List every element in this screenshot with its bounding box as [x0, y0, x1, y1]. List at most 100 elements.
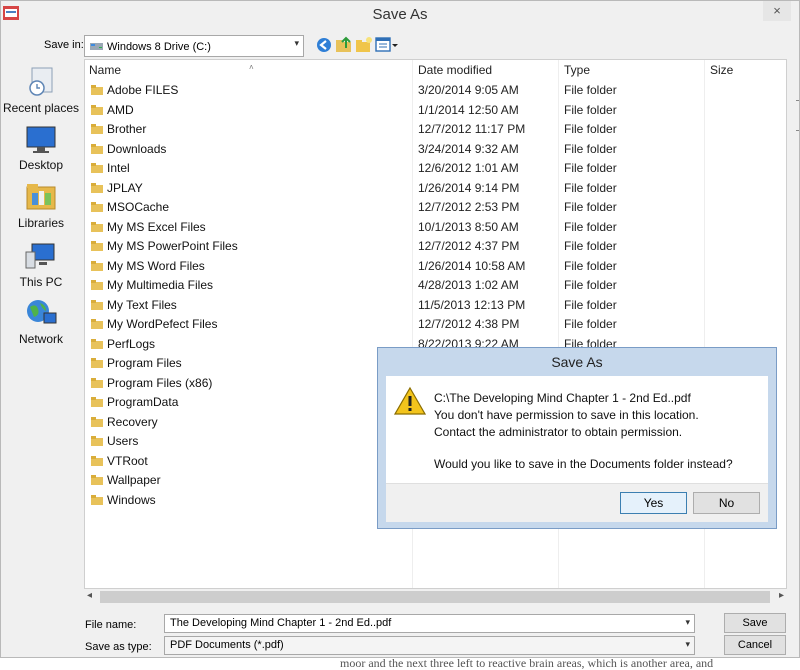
file-name: Adobe FILES — [107, 83, 179, 97]
place-label: Libraries — [17, 216, 65, 230]
folder-icon — [91, 416, 103, 427]
folder-icon — [91, 85, 103, 95]
window-title: Save As — [372, 6, 428, 23]
column-header-type[interactable]: Type — [564, 60, 704, 80]
file-name: Downloads — [107, 141, 167, 156]
file-row[interactable]: My MS Word Files 1/26/2014 10:58 AM File f… — [85, 257, 785, 276]
save-in-dropdown[interactable]: Windows 8 Drive (C:) ▾ — [84, 35, 304, 57]
file-row[interactable]: My MS PowerPoint Files 12/7/2012 4:37 PM F… — [85, 237, 785, 256]
file-row[interactable]: JPLAY 1/26/2014 9:14 PM File folder — [85, 179, 785, 198]
file-row[interactable]: AMD 1/1/2014 12:50 AM File folder — [85, 101, 785, 120]
file-date: 4/28/2013 1:02 AM — [418, 278, 519, 292]
file-name: My Multimedia Files — [107, 278, 214, 292]
dialog-message: You don't have permission to save in thi… — [434, 408, 699, 422]
chevron-down-icon: ▾ — [294, 38, 299, 48]
network-icon — [27, 300, 57, 324]
file-row[interactable]: My WordPefect Files 12/7/2012 4:38 PM File… — [85, 315, 785, 334]
file-name: Program Files — [107, 356, 182, 370]
file-name: Recovery — [107, 414, 158, 429]
save-as-window: Save As × Save in: Windows 8 Drive (C:) … — [0, 0, 800, 658]
file-row[interactable]: MSOCache 12/7/2012 2:53 PM File folder — [85, 198, 785, 217]
folder-icon — [91, 143, 103, 154]
place-label: Desktop — [18, 158, 64, 172]
file-name: Users — [107, 434, 139, 448]
file-row[interactable]: Downloads 3/24/2014 9:32 AM File folder — [85, 140, 785, 159]
sort-ascending-icon: ˄ — [249, 63, 254, 72]
save-type-value: PDF Documents (*.pdf) — [170, 639, 284, 651]
place-label: This PC — [19, 275, 63, 289]
folder-icon — [91, 163, 103, 173]
yes-button[interactable]: Yes — [620, 492, 687, 514]
save-button[interactable]: Save — [724, 613, 786, 633]
file-name: My MS Word Files — [107, 258, 205, 273]
file-type: File folder — [564, 180, 617, 195]
no-button[interactable]: No — [693, 492, 760, 514]
folder-icon — [91, 280, 103, 290]
file-row[interactable]: Brother 12/7/2012 11:17 PM File folder — [85, 120, 785, 139]
new-folder-icon[interactable] — [355, 36, 373, 54]
folder-icon — [91, 202, 103, 212]
dialog-title: Save As — [551, 354, 603, 370]
title-bar[interactable]: Save As × — [1, 1, 799, 29]
file-date: 3/20/2014 9:05 AM — [418, 83, 519, 97]
dialog-question: Would you like to save in the Documents … — [434, 457, 733, 471]
file-name: My Text Files — [107, 297, 177, 312]
file-name: MSOCache — [107, 200, 170, 214]
chevron-down-icon[interactable]: ▾ — [685, 617, 690, 628]
column-header-date[interactable]: Date modified — [418, 60, 558, 80]
close-button[interactable]: × — [763, 1, 791, 21]
file-date: 12/7/2012 2:53 PM — [418, 200, 520, 214]
folder-icon — [91, 319, 103, 329]
place-this-pc[interactable]: This PC — [1, 240, 81, 296]
file-row[interactable]: My Multimedia Files 4/28/2013 1:02 AM File… — [85, 276, 785, 295]
file-date: 12/7/2012 11:17 PM — [418, 122, 526, 136]
dialog-body: C:\The Developing Mind Chapter 1 - 2nd E… — [386, 376, 768, 483]
save-type-label: Save as type: — [85, 641, 152, 653]
column-header-label: Name — [89, 63, 122, 77]
file-row[interactable]: My Text Files 11/5/2013 12:13 PM File fold… — [85, 296, 785, 315]
place-label: Network — [18, 332, 63, 346]
file-name: My WordPefect Files — [107, 317, 218, 331]
column-header-name[interactable]: Name ˄ — [89, 60, 409, 80]
up-folder-icon[interactable] — [335, 36, 353, 54]
place-desktop[interactable]: Desktop — [1, 125, 81, 181]
file-date: 1/26/2014 9:14 PM — [418, 180, 520, 195]
file-type: File folder — [564, 141, 617, 156]
file-name: Windows — [107, 492, 156, 507]
desktop-icon — [26, 126, 56, 153]
folder-icon — [91, 299, 103, 310]
back-icon[interactable] — [315, 36, 333, 54]
file-type: File folder — [564, 200, 617, 214]
file-row[interactable]: My MS Excel Files 10/1/2013 8:50 AM File f… — [85, 218, 785, 237]
horizontal-scrollbar[interactable]: ◂ ▸ — [84, 589, 787, 606]
place-label: Recent places — [2, 101, 80, 115]
file-name-input[interactable]: The Developing Mind Chapter 1 - 2nd Ed..… — [164, 614, 695, 633]
folder-icon — [91, 358, 103, 368]
folder-icon — [91, 221, 103, 232]
dialog-path: C:\The Developing Mind Chapter 1 - 2nd E… — [434, 391, 691, 405]
recent-places-icon — [29, 67, 53, 96]
place-libraries[interactable]: Libraries — [1, 181, 81, 237]
scroll-left-icon[interactable]: ◂ — [87, 590, 92, 601]
dialog-footer: Yes No — [386, 483, 768, 522]
file-row[interactable]: Intel 12/6/2012 1:01 AM File folder — [85, 159, 785, 178]
drive-icon — [90, 43, 103, 50]
place-recent-places[interactable]: Recent places — [1, 64, 81, 120]
place-network[interactable]: Network — [1, 297, 81, 353]
file-type: File folder — [564, 278, 617, 292]
scrollbar-thumb[interactable] — [100, 591, 770, 603]
file-name: JPLAY — [107, 180, 143, 195]
file-name: Intel — [107, 161, 130, 175]
folder-icon — [91, 377, 103, 388]
file-name: ProgramData — [107, 395, 179, 409]
save-type-dropdown[interactable]: PDF Documents (*.pdf) ▾ — [164, 636, 695, 655]
file-type: File folder — [564, 83, 617, 97]
folder-icon — [91, 182, 103, 193]
file-type: File folder — [564, 258, 617, 273]
column-header-size[interactable]: Size — [710, 60, 780, 80]
cancel-button[interactable]: Cancel — [724, 635, 786, 655]
edge-mark — [796, 130, 799, 131]
view-menu-icon[interactable] — [375, 36, 399, 54]
file-row[interactable]: Adobe FILES 3/20/2014 9:05 AM File folder — [85, 81, 785, 100]
scroll-right-icon[interactable]: ▸ — [779, 590, 784, 601]
